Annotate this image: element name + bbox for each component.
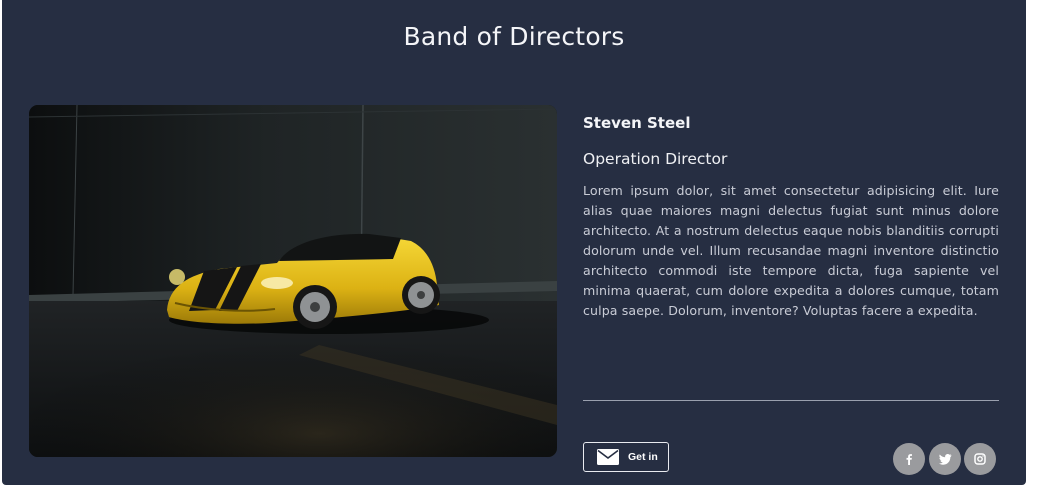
instagram-link[interactable] xyxy=(964,443,996,475)
director-role: Operation Director xyxy=(583,150,728,168)
envelope-icon xyxy=(597,449,619,465)
twitter-icon xyxy=(938,454,951,465)
facebook-icon xyxy=(906,454,912,465)
yellow-sports-car-photo xyxy=(29,105,557,457)
director-bio: Lorem ipsum dolor, sit amet consectetur … xyxy=(583,183,999,318)
get-in-label: Get in xyxy=(628,451,658,463)
section-title: Band of Directors xyxy=(403,22,625,51)
facebook-link[interactable] xyxy=(893,443,925,475)
instagram-icon xyxy=(974,453,986,465)
director-name: Steven Steel xyxy=(583,114,691,132)
divider xyxy=(583,400,999,401)
director-photo xyxy=(29,105,557,457)
directors-panel: Band of Directors Steven Steel Operation… xyxy=(2,0,1026,485)
get-in-touch-button[interactable]: Get in xyxy=(583,442,669,472)
twitter-link[interactable] xyxy=(929,443,961,475)
director-info: Steven Steel Operation Director Lorem ip… xyxy=(583,114,999,321)
